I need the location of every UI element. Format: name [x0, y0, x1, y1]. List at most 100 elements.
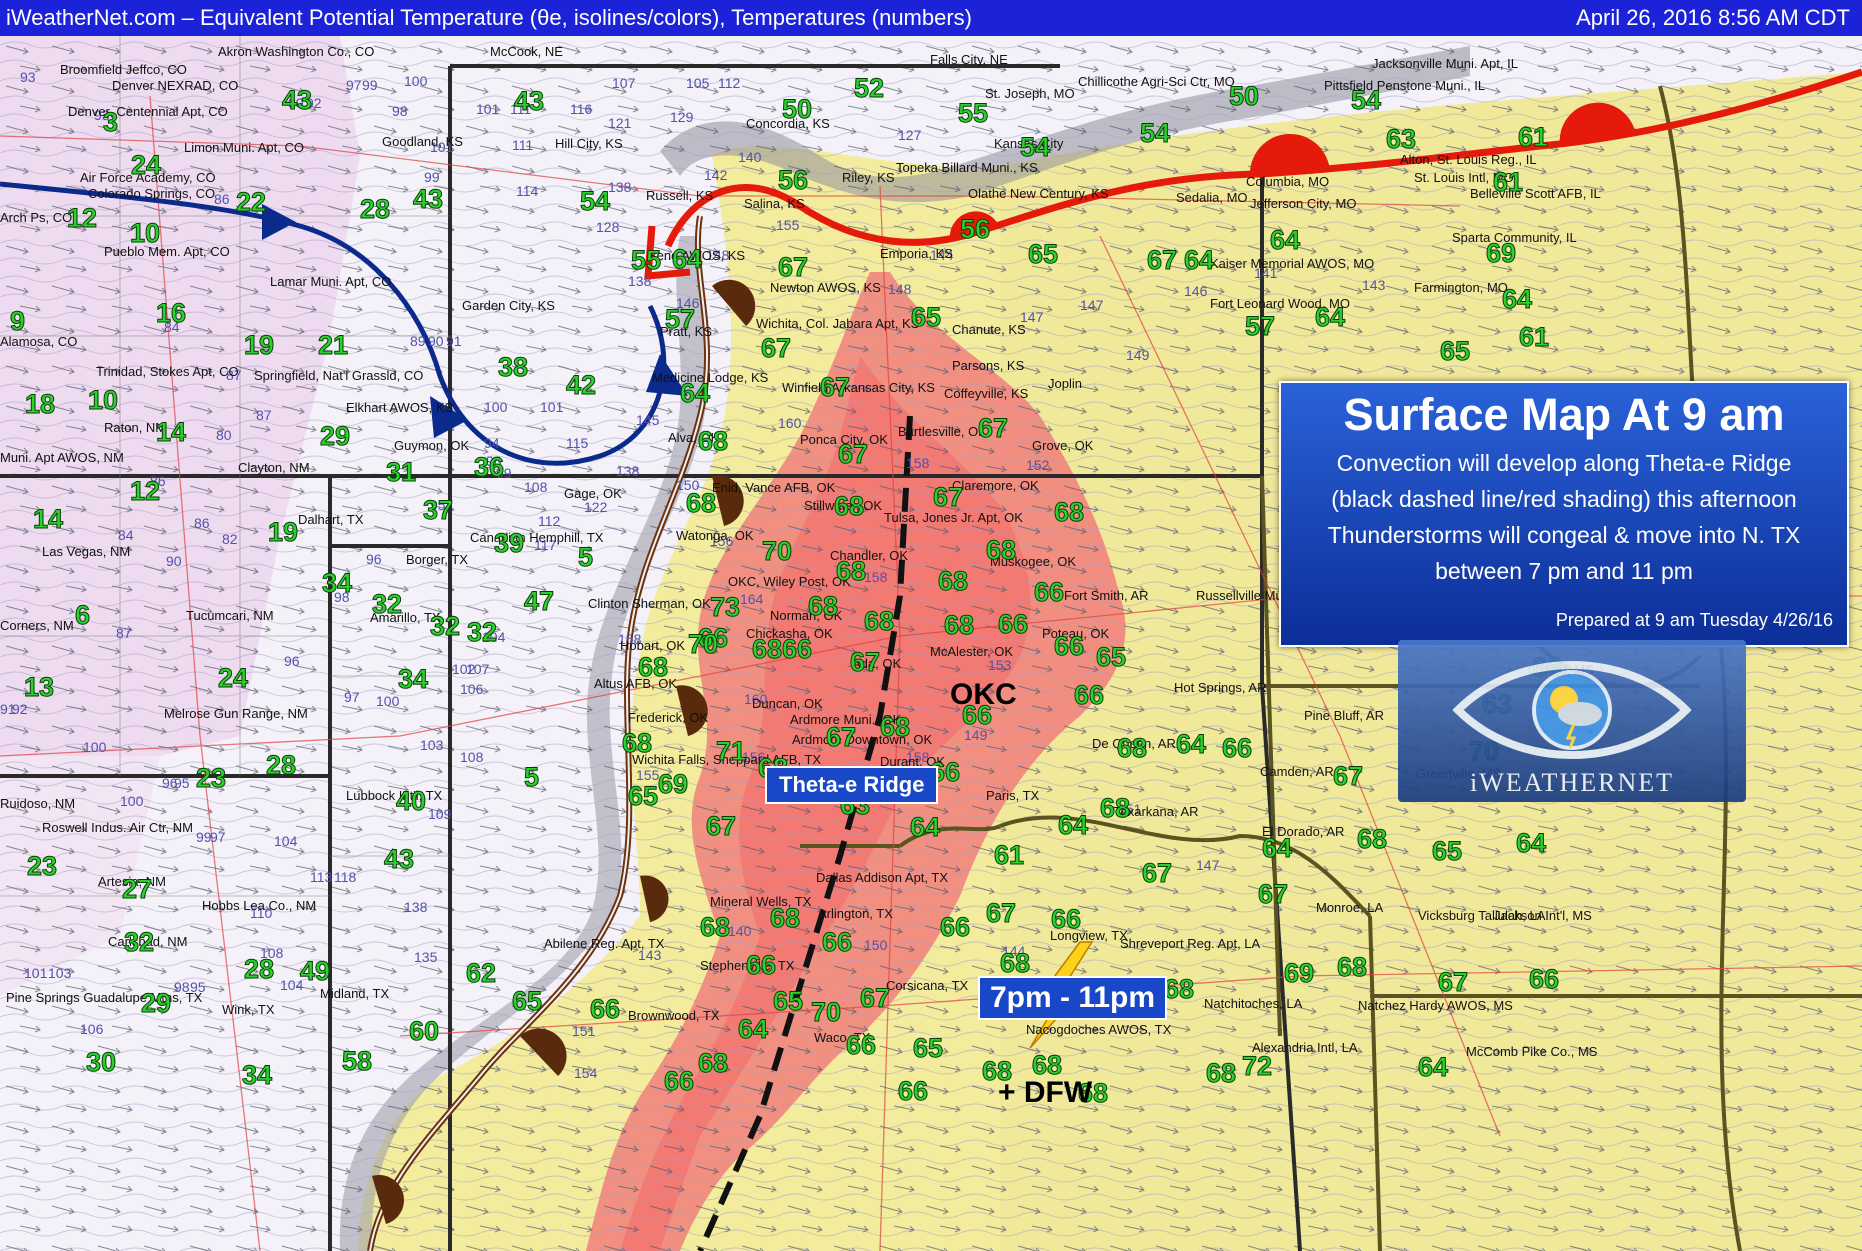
station-label: Jackson Int'l, MS — [1494, 908, 1592, 923]
temperature-value: 67 — [850, 647, 880, 677]
temperature-value: 43 — [514, 86, 544, 116]
isoline-label: 138 — [404, 899, 428, 915]
temperature-value: 67 — [838, 439, 868, 469]
station-label: Clinton Sherman, OK — [588, 596, 711, 611]
temperature-value: 64 — [1270, 225, 1300, 255]
isoline-label: 97 — [344, 689, 360, 705]
station-label: Medicine Lodge, KS — [652, 370, 769, 385]
temperature-value: 70 — [811, 997, 841, 1027]
temperature-value: 50 — [782, 94, 812, 124]
temperature-value: 70 — [762, 536, 792, 566]
temperature-value: 65 — [773, 986, 803, 1016]
isoline-label: 138 — [616, 463, 640, 479]
isoline-label: 97 — [346, 77, 362, 93]
temperature-value: 31 — [386, 457, 416, 487]
temperature-value: 39 — [494, 528, 524, 558]
info-line-3: Thunderstorms will congeal & move into N… — [1327, 522, 1801, 548]
temperature-value: 6 — [75, 600, 90, 630]
temperature-value: 67 — [1142, 858, 1172, 888]
temperature-value: 43 — [413, 184, 443, 214]
temperature-value: 61 — [994, 840, 1024, 870]
temperature-value: 66 — [1529, 964, 1559, 994]
isoline-label: 103 — [48, 965, 72, 981]
temperature-value: 68 — [880, 712, 910, 742]
station-label: Broomfield Jeffco, CO — [60, 62, 187, 77]
temperature-value: 64 — [1502, 284, 1532, 314]
station-label: Corsicana, TX — [886, 978, 968, 993]
station-label: Alamosa, CO — [0, 334, 77, 349]
temperature-value: 52 — [854, 73, 884, 103]
temperature-value: 30 — [86, 1047, 116, 1077]
temperature-value: 66 — [846, 1030, 876, 1060]
info-line-2: (black dashed line/red shading) this aft… — [1331, 486, 1797, 512]
isoline-label: 158 — [864, 569, 888, 585]
station-label: Corners, NM — [0, 618, 74, 633]
station-label: Elkhart AWOS, KS — [346, 400, 453, 415]
station-label: Camden, AR — [1260, 764, 1334, 779]
isoline-label: 106 — [80, 1021, 104, 1037]
station-label: Jacksonville Muni. Apt, IL — [1372, 56, 1518, 71]
station-label: Denver, Centennial Apt, CO — [68, 104, 228, 119]
isoline-label: 151 — [572, 1023, 596, 1039]
temperature-value: 28 — [360, 194, 390, 224]
station-label: Brownwood, TX — [628, 1008, 720, 1023]
logo-wordmark: iWEATHERNET — [1470, 768, 1674, 797]
temperature-value: 14 — [33, 504, 63, 534]
isoline-label: 153 — [988, 657, 1012, 673]
station-label: Sedalia, MO — [1176, 190, 1248, 205]
city-label-dfw: + DFW — [998, 1076, 1093, 1109]
temperature-value: 58 — [342, 1046, 372, 1076]
isoline-label: 91 — [446, 333, 462, 349]
isoline-label: 146 — [1184, 283, 1208, 299]
temperature-value: 37 — [423, 495, 453, 525]
station-label: Duncan, OK — [752, 696, 823, 711]
temperature-value: 67 — [761, 333, 791, 363]
temperature-value: 66 — [1222, 733, 1252, 763]
station-label: Topeka Billard Muni., KS — [896, 160, 1038, 175]
theta-e-ridge-label: Theta-e Ridge — [765, 766, 939, 804]
station-label: Frederick, OK — [628, 710, 709, 725]
temperature-value: 12 — [67, 203, 97, 233]
temperature-value: 68 — [938, 566, 968, 596]
temperature-value: 66 — [1074, 680, 1104, 710]
temperature-value: 68 — [1357, 824, 1387, 854]
isoline-label: 100 — [83, 739, 107, 755]
temperature-value: 57 — [665, 304, 695, 334]
temperature-value: 24 — [131, 150, 161, 180]
temperature-value: 65 — [913, 1033, 943, 1063]
temperature-value: 68 — [686, 488, 716, 518]
station-label: Fort Smith, AR — [1064, 588, 1149, 603]
station-label: Coffeyville, KS — [944, 386, 1029, 401]
temperature-value: 69 — [1486, 238, 1516, 268]
station-label: Natchez Hardy AWOS, MS — [1358, 998, 1513, 1013]
temperature-value: 64 — [910, 812, 940, 842]
isoline-label: 96 — [284, 653, 300, 669]
temperature-value: 34 — [242, 1060, 272, 1090]
temperature-value: 64 — [1315, 302, 1345, 332]
temperature-value: 34 — [322, 568, 352, 598]
station-label: Melrose Gun Range, NM — [164, 706, 308, 721]
isoline-label: 160 — [778, 415, 802, 431]
isoline-label: 143 — [1362, 277, 1386, 293]
temperature-value: 49 — [300, 956, 330, 986]
temperature-value: 66 — [822, 927, 852, 957]
station-label: Belleville Scott AFB, IL — [1470, 186, 1601, 201]
temperature-value: 68 — [1164, 974, 1194, 1004]
temperature-value: 64 — [680, 378, 710, 408]
temperature-value: 61 — [1519, 322, 1549, 352]
station-label: Monroe, LA — [1316, 900, 1384, 915]
station-label: Hobart, OK — [620, 638, 685, 653]
station-label: Muni. Apt AWOS, NM — [0, 450, 124, 465]
temperature-value: 68 — [1117, 733, 1147, 763]
temperature-value: 56 — [778, 165, 808, 195]
temperature-value: 10 — [88, 385, 118, 415]
station-label: Clayton, NM — [238, 460, 310, 475]
station-label: McAlester, OK — [930, 644, 1013, 659]
temperature-value: 73 — [710, 592, 740, 622]
isoline-label: 100 — [376, 693, 400, 709]
temperature-value: 67 — [826, 722, 856, 752]
temperature-value: 66 — [782, 634, 812, 664]
station-label: Springfield, Nat'l Grassld, CO — [254, 368, 423, 383]
temperature-value: 40 — [396, 786, 426, 816]
temperature-value: 67 — [986, 898, 1016, 928]
